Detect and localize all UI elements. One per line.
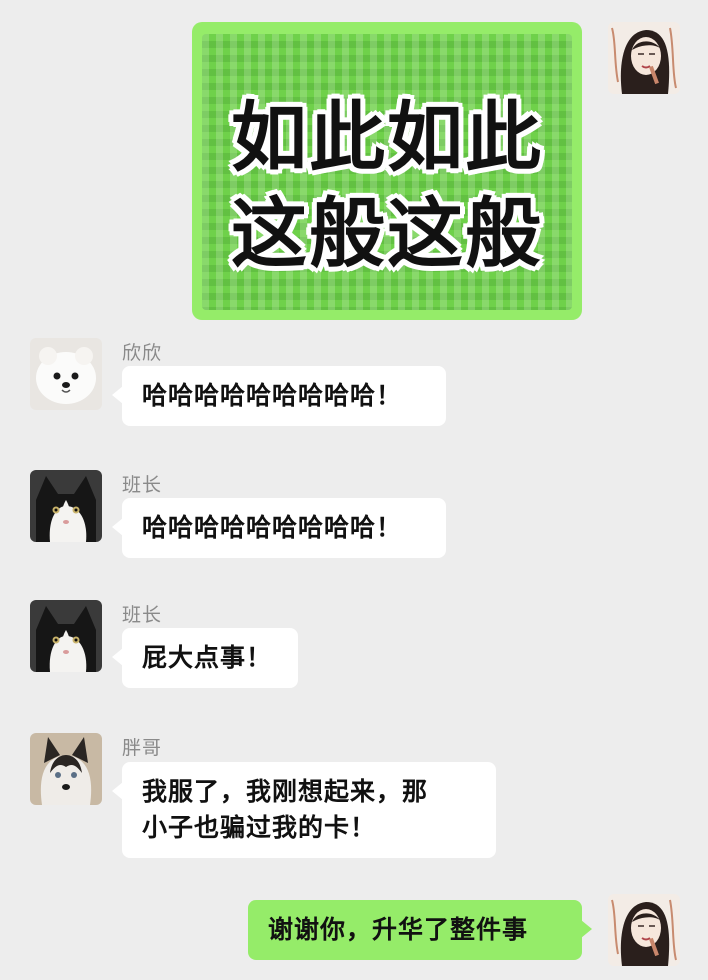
woman-sketch-avatar[interactable] [608, 22, 680, 94]
message-text-line-2: 小子也骗过我的卡！ [142, 813, 377, 842]
woman-sketch-avatar[interactable] [608, 894, 680, 966]
message-bubble[interactable]: 我服了，我刚想起来，那 小子也骗过我的卡！ [112, 762, 496, 858]
message-bubble[interactable]: 屁大点事！ [112, 628, 298, 688]
white-dog-avatar[interactable] [30, 338, 102, 410]
sticker-message[interactable]: 如此如此 这般这般 [192, 22, 582, 320]
white-dog-icon [30, 338, 102, 410]
husky-dog-icon [30, 733, 102, 805]
chat-view: 如此如此 这般这般 欣欣 哈哈哈哈哈哈哈哈哈！ 班长 哈哈哈哈哈哈哈哈哈！ 班长… [0, 0, 708, 980]
message-text: 哈哈哈哈哈哈哈哈哈！ [142, 513, 403, 542]
black-white-cat-icon [30, 470, 102, 542]
sender-name: 班长 [122, 474, 163, 496]
woman-sketch-icon [608, 894, 680, 966]
sender-name: 欣欣 [122, 342, 163, 364]
message-text: 哈哈哈哈哈哈哈哈哈！ [142, 381, 403, 410]
sender-name: 胖哥 [122, 737, 163, 759]
message-text: 屁大点事！ [142, 643, 273, 672]
message-text: 谢谢你，升华了整件事 [268, 915, 529, 944]
husky-dog-avatar[interactable] [30, 733, 102, 805]
black-white-cat-avatar[interactable] [30, 600, 102, 672]
black-white-cat-icon [30, 600, 102, 672]
sticker-text-line-2: 这般这般 [231, 189, 543, 278]
sticker-image: 如此如此 这般这般 [202, 34, 572, 310]
sender-name: 班长 [122, 604, 163, 626]
woman-sketch-icon [608, 22, 680, 94]
message-bubble[interactable]: 谢谢你，升华了整件事 [248, 900, 592, 960]
sticker-text-line-1: 如此如此 [231, 93, 543, 182]
message-text-line-1: 我服了，我刚想起来，那 [142, 777, 429, 806]
message-bubble[interactable]: 哈哈哈哈哈哈哈哈哈！ [112, 366, 446, 426]
black-white-cat-avatar[interactable] [30, 470, 102, 542]
message-bubble[interactable]: 哈哈哈哈哈哈哈哈哈！ [112, 498, 446, 558]
